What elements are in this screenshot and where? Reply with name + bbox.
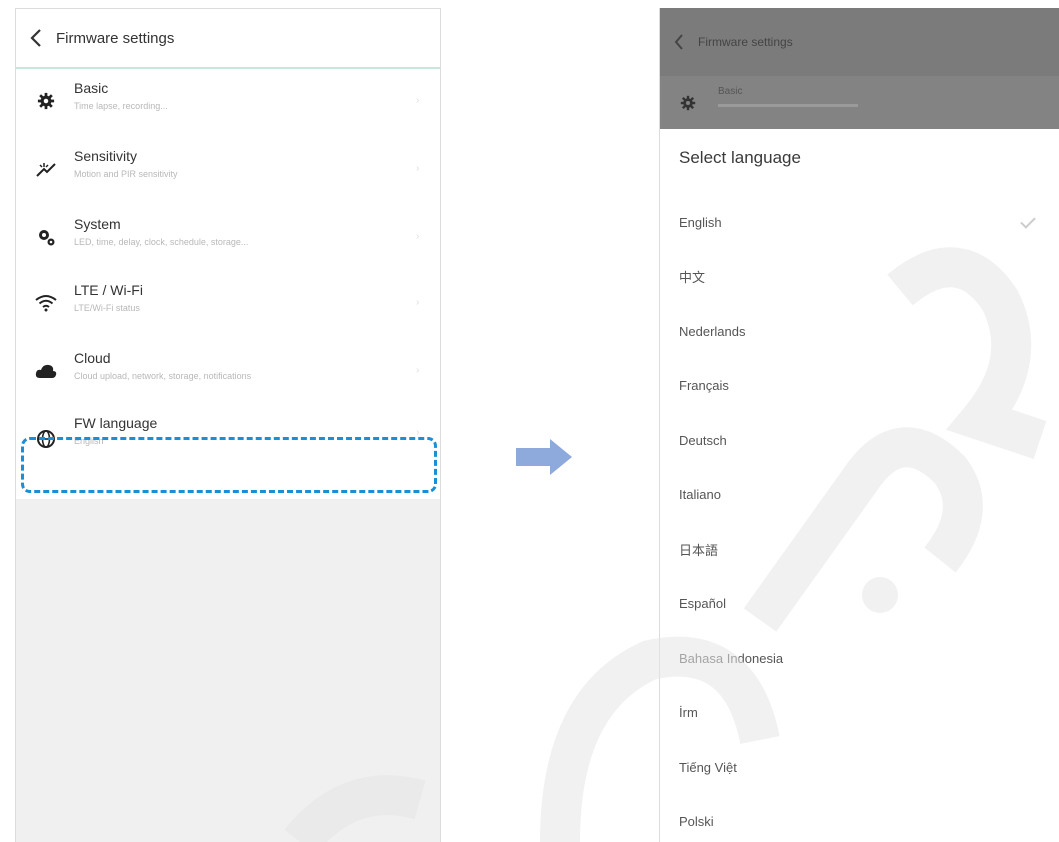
settings-item-basic[interactable]: Basic Time lapse, recording... › [16, 69, 440, 137]
gear-icon [32, 87, 60, 115]
arrow-right-icon [516, 439, 572, 475]
check-icon [1020, 213, 1036, 229]
page-title: Firmware settings [56, 29, 175, 47]
language-option[interactable]: Polski [660, 795, 1059, 842]
chevron-left-icon [674, 34, 683, 50]
settings-item-subtitle: LED, time, delay, clock, schedule, stora… [74, 237, 249, 247]
language-option[interactable]: Deutsch [660, 413, 1059, 468]
language-option[interactable]: 日本語 [660, 522, 1059, 577]
language-label: Français [679, 378, 729, 394]
settings-item-title: System [74, 216, 121, 232]
settings-item-basic-dimmed: Basic [660, 76, 1059, 129]
chevron-right-icon: › [416, 95, 420, 106]
gears-icon [32, 223, 60, 251]
settings-item-title: FW language [74, 415, 158, 431]
language-label: 日本語 [679, 542, 719, 558]
chevron-left-icon [30, 29, 41, 47]
language-label: Deutsch [679, 432, 727, 448]
chevron-right-icon: › [416, 297, 420, 308]
language-option[interactable]: Nederlands [660, 304, 1059, 359]
language-option[interactable]: English [660, 195, 1059, 250]
back-button[interactable] [660, 34, 698, 50]
empty-area [16, 499, 440, 842]
language-option[interactable]: Bahasa Indonesia [660, 631, 1059, 686]
language-label: English [679, 214, 722, 230]
back-button[interactable] [16, 9, 56, 67]
firmware-settings-screen: Firmware settings Basic Time lapse, reco… [15, 8, 441, 842]
language-option[interactable]: Français [660, 359, 1059, 414]
language-option[interactable]: Italiano [660, 468, 1059, 523]
wifi-icon [32, 289, 60, 317]
language-label: Tiếng Việt [679, 759, 737, 775]
settings-item-title: Basic [74, 80, 109, 96]
dialog-title: Select language [679, 148, 801, 167]
chevron-right-icon: › [416, 163, 420, 174]
settings-item-lte-wifi[interactable]: LTE / Wi-Fi LTE/Wi-Fi status › [16, 271, 440, 339]
settings-item-subtitle-blur [718, 104, 858, 107]
motion-sensor-icon [32, 155, 60, 183]
settings-item-title: Cloud [74, 350, 111, 366]
language-option[interactable]: Español [660, 577, 1059, 632]
highlight-callout [21, 437, 437, 493]
settings-item-title: Sensitivity [74, 148, 138, 164]
settings-item-system[interactable]: System LED, time, delay, clock, schedule… [16, 205, 440, 271]
language-select-screen: Firmware settings Basic Select language … [659, 8, 1059, 842]
language-label: Bahasa Indonesia [679, 650, 784, 666]
settings-item-sensitivity[interactable]: Sensitivity Motion and PIR sensitivity › [16, 137, 440, 205]
settings-item-subtitle: Time lapse, recording... [74, 101, 168, 111]
settings-item-subtitle: LTE/Wi-Fi status [74, 303, 140, 313]
language-list: English 中文 Nederlands Français Deutsch I… [660, 195, 1059, 842]
cloud-icon [32, 357, 60, 385]
language-label: Polski [679, 814, 714, 830]
chevron-right-icon: › [416, 365, 420, 376]
language-option[interactable]: 中文 [660, 250, 1059, 305]
settings-item-title: LTE / Wi-Fi [74, 282, 143, 298]
settings-item-subtitle: Motion and PIR sensitivity [74, 169, 178, 179]
language-label: Nederlands [679, 323, 746, 339]
settings-item-title: Basic [718, 86, 743, 97]
chevron-right-icon: › [416, 231, 420, 242]
language-option[interactable]: İrm [660, 686, 1059, 741]
language-label: İrm [679, 705, 698, 721]
language-label: 中文 [679, 270, 706, 286]
gear-icon [678, 93, 698, 113]
language-option[interactable]: Tiếng Việt [660, 740, 1059, 795]
top-bar: Firmware settings [660, 8, 1059, 76]
settings-item-cloud[interactable]: Cloud Cloud upload, network, storage, no… [16, 339, 440, 407]
language-label: Italiano [679, 487, 721, 503]
top-bar: Firmware settings [16, 9, 440, 69]
language-label: Español [679, 596, 726, 612]
page-title: Firmware settings [698, 35, 793, 49]
settings-item-subtitle: Cloud upload, network, storage, notifica… [74, 371, 252, 381]
